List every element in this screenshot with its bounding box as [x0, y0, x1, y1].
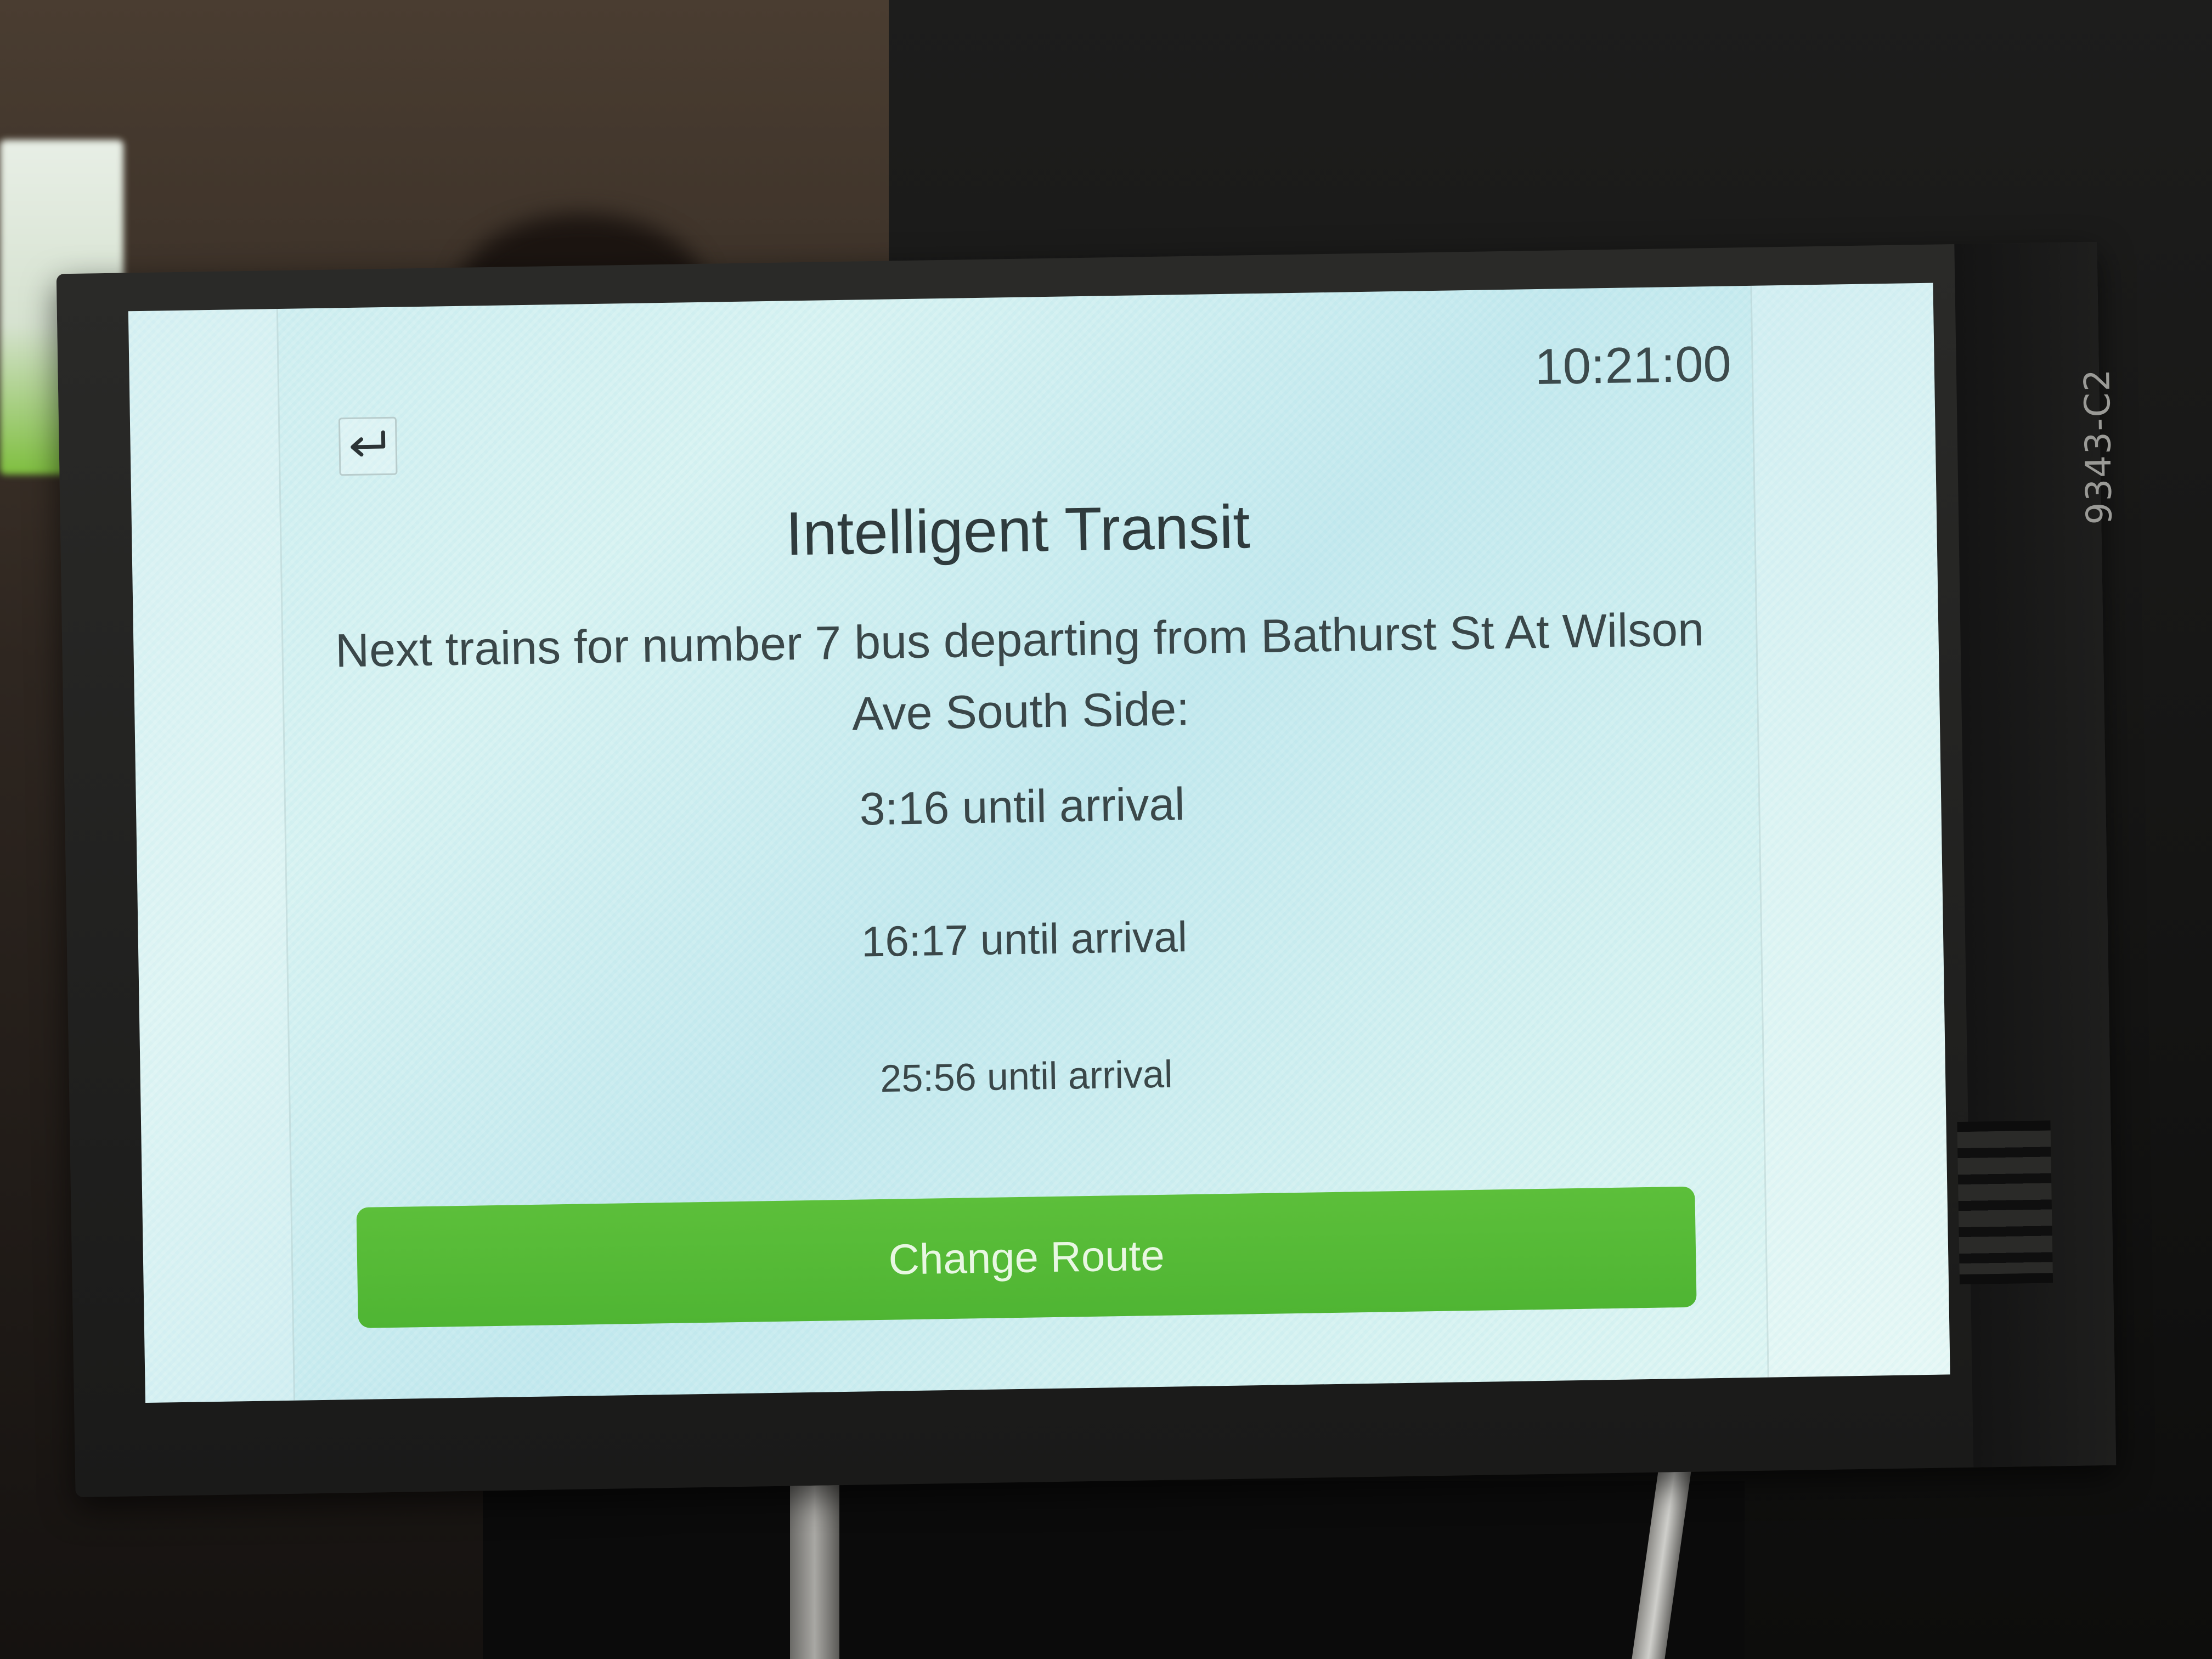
back-button[interactable]: [338, 416, 398, 476]
screen-margin-right: [1750, 283, 1950, 1378]
change-route-button[interactable]: Change Route: [356, 1186, 1697, 1328]
stand-base: [483, 1481, 1745, 1659]
arrival-time-1: 3:16 until arrival: [859, 778, 1186, 835]
touchscreen-device: 9343-C2 10:21:00 Intelligent Transit Nex…: [56, 241, 2120, 1498]
device-model-label: 9343-C2: [2076, 368, 2120, 525]
display-screen: 10:21:00 Intelligent Transit Next trains…: [128, 283, 1950, 1403]
return-arrow-icon: [345, 426, 391, 467]
arrival-time-3: 25:56 until arrival: [879, 1052, 1173, 1100]
stand-leg-left: [790, 1459, 839, 1659]
screen-margin-left: [128, 309, 296, 1403]
ribbon-connector: [1957, 1120, 2053, 1285]
page-title: Intelligent Transit: [785, 492, 1251, 568]
transit-app: 10:21:00 Intelligent Transit Next trains…: [276, 286, 1769, 1401]
clock: 10:21:00: [1534, 336, 1732, 396]
route-description: Next trains for number 7 bus departing f…: [335, 603, 1705, 741]
arrival-time-2: 16:17 until arrival: [861, 912, 1188, 966]
